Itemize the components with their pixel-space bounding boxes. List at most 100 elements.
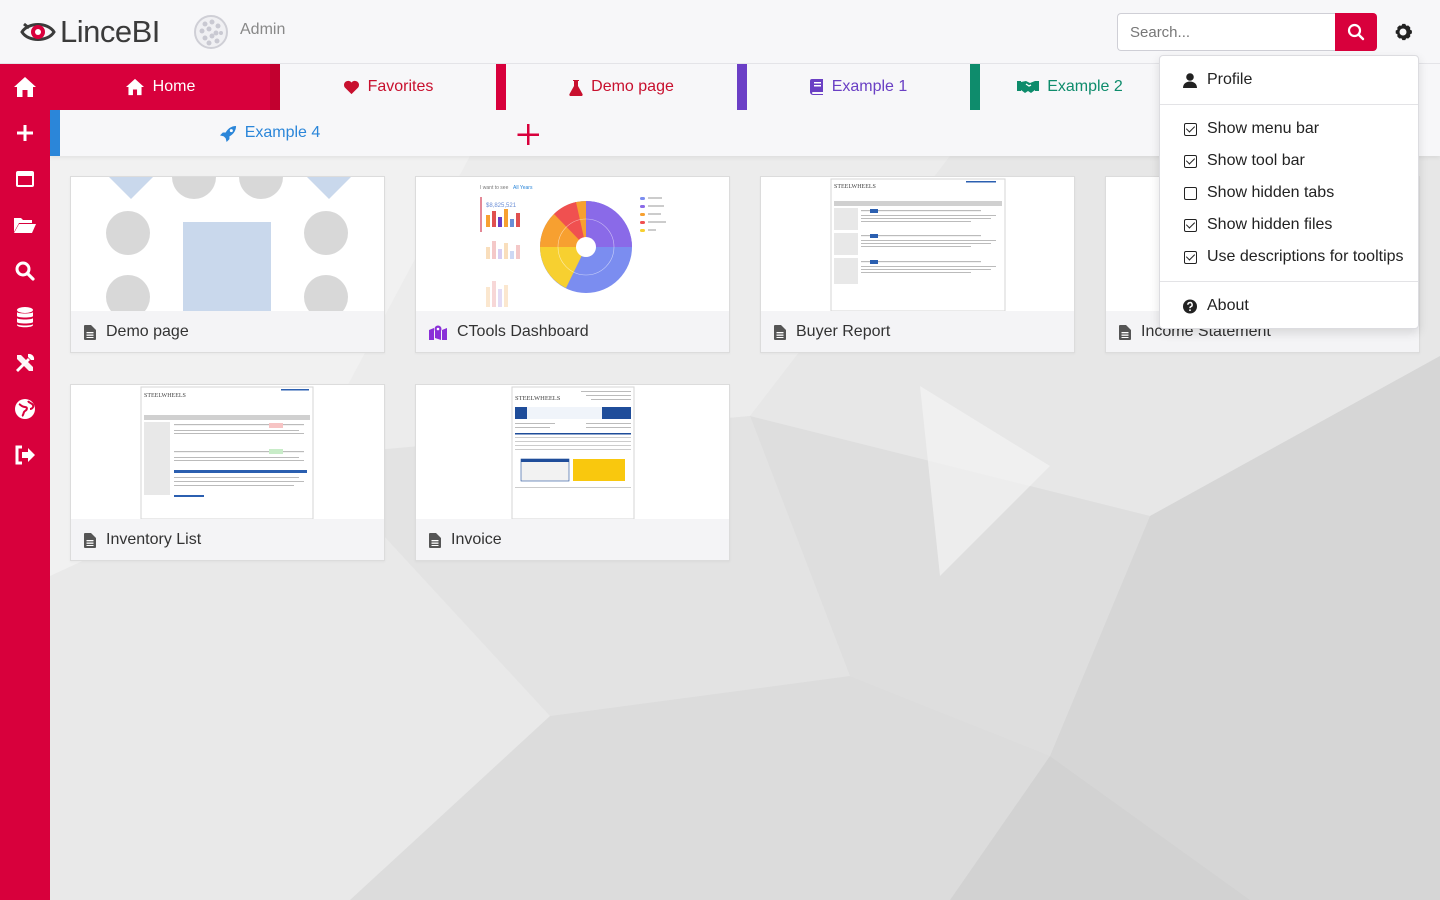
svg-text:I want to see: I want to see xyxy=(480,185,509,191)
database-icon xyxy=(17,307,33,328)
tab-label: Favorites xyxy=(367,78,434,95)
tab-example-2[interactable]: Example 2 xyxy=(970,64,1160,110)
card-label: CTools Dashboard xyxy=(416,311,729,352)
card-label: Demo page xyxy=(71,311,384,352)
tab-label: Home xyxy=(152,78,196,95)
tab-example-4[interactable]: Example 4 xyxy=(50,110,480,156)
tab-label: Example 1 xyxy=(831,78,908,95)
menu-divider xyxy=(1160,104,1418,105)
search-icon xyxy=(1347,23,1365,41)
menu-option-show-tool-bar[interactable]: Show tool bar xyxy=(1160,145,1418,177)
menu-item-label: About xyxy=(1207,297,1249,314)
avatar-pattern-icon xyxy=(199,19,223,46)
menu-divider xyxy=(1160,281,1418,282)
tab-label: Example 4 xyxy=(244,124,321,141)
svg-text:$8,825,521: $8,825,521 xyxy=(486,203,517,209)
sidebar xyxy=(0,64,50,900)
checkbox-checked-icon[interactable] xyxy=(1183,154,1197,168)
home-icon xyxy=(125,78,144,96)
gear-icon[interactable] xyxy=(1391,20,1415,44)
report-preview: STEELWHEELS xyxy=(830,178,1006,311)
card-buyer-report[interactable]: STEELWHEELS Buyer Report xyxy=(760,176,1075,353)
add-tab-button[interactable] xyxy=(516,122,540,146)
card-label: Inventory List xyxy=(71,519,384,560)
menu-option-show-menu-bar[interactable]: Show menu bar xyxy=(1160,113,1418,145)
tab-demo-page[interactable]: Demo page xyxy=(496,64,737,110)
menu-item-label: Profile xyxy=(1207,71,1253,88)
card-thumbnail: STEELWHEELS xyxy=(71,385,384,519)
search-input[interactable] xyxy=(1117,13,1336,51)
file-icon xyxy=(84,324,96,340)
card-title: Demo page xyxy=(106,323,189,340)
card-inventory-list[interactable]: STEELWHEELS Inventory List xyxy=(70,384,385,561)
sidebar-item-browse[interactable] xyxy=(0,202,50,248)
search-button[interactable] xyxy=(1335,13,1377,51)
sign-out-icon xyxy=(15,445,35,465)
home-icon xyxy=(14,77,36,97)
sidebar-item-logout[interactable] xyxy=(0,432,50,478)
menu-item-about[interactable]: About xyxy=(1160,290,1418,322)
card-thumbnail xyxy=(71,177,384,311)
menu-item-label: Show hidden files xyxy=(1207,216,1333,233)
card-title: Buyer Report xyxy=(796,323,891,340)
checkbox-checked-icon[interactable] xyxy=(1183,218,1197,232)
checkbox-checked-icon[interactable] xyxy=(1183,122,1197,136)
sidebar-item-home[interactable] xyxy=(0,64,50,110)
card-demo-page[interactable]: Demo page xyxy=(70,176,385,353)
menu-option-show-hidden-tabs[interactable]: Show hidden tabs xyxy=(1160,177,1418,209)
report-preview: STEELWHEELS xyxy=(140,386,314,519)
card-thumbnail: STEELWHEELS xyxy=(761,177,1074,311)
folder-open-icon xyxy=(14,218,36,233)
sidebar-item-marketplace[interactable] xyxy=(0,386,50,432)
tab-favorites[interactable]: Favorites xyxy=(280,64,496,110)
user-name[interactable]: Admin xyxy=(240,21,285,39)
tab-home[interactable]: Home xyxy=(50,64,280,110)
card-label: Invoice xyxy=(416,519,729,560)
tools-icon xyxy=(16,353,35,372)
globe-icon xyxy=(15,399,35,419)
lince-eye-icon xyxy=(20,22,56,41)
avatar[interactable] xyxy=(194,15,228,49)
card-thumbnail: STEELWHEELS xyxy=(416,385,729,519)
menu-option-use-descriptions-for-tooltips[interactable]: Use descriptions for tooltips xyxy=(1160,241,1418,273)
app-logo[interactable]: LinceBI xyxy=(20,14,160,50)
flask-icon xyxy=(569,79,583,96)
rocket-icon xyxy=(219,125,236,142)
app-name: LinceBI xyxy=(60,14,160,49)
question-circle-icon xyxy=(1183,299,1197,313)
sidebar-item-windows[interactable] xyxy=(0,156,50,202)
heart-icon xyxy=(343,80,359,94)
menu-option-show-hidden-files[interactable]: Show hidden files xyxy=(1160,209,1418,241)
dashboard-preview: I want to see All Years $8,825,521 xyxy=(480,185,666,307)
file-icon xyxy=(429,532,441,548)
card-ctools-dashboard[interactable]: I want to see All Years $8,825,521 CTool… xyxy=(415,176,730,353)
checkbox-checked-icon[interactable] xyxy=(1183,250,1197,264)
handshake-icon xyxy=(1017,81,1040,93)
invoice-preview: STEELWHEELS xyxy=(511,386,635,519)
menu-item-label: Show menu bar xyxy=(1207,120,1320,137)
card-invoice[interactable]: STEELWHEELS Invoice xyxy=(415,384,730,561)
tab-label: Demo page xyxy=(591,78,674,95)
window-icon xyxy=(16,171,34,187)
svg-text:All Years: All Years xyxy=(513,185,533,191)
search-icon xyxy=(15,261,35,281)
file-icon xyxy=(774,324,786,340)
file-icon xyxy=(84,532,96,548)
card-label: Buyer Report xyxy=(761,311,1074,352)
sidebar-item-tools[interactable] xyxy=(0,340,50,386)
checkbox-unchecked-icon[interactable] xyxy=(1183,186,1197,200)
card-title: CTools Dashboard xyxy=(457,323,589,340)
sidebar-item-new[interactable] xyxy=(0,110,50,156)
book-icon xyxy=(809,79,823,95)
menu-item-profile[interactable]: Profile xyxy=(1160,64,1418,96)
tab-example-1[interactable]: Example 1 xyxy=(737,64,970,110)
menu-item-label: Show tool bar xyxy=(1207,152,1305,169)
svg-text:STEELWHEELS: STEELWHEELS xyxy=(515,395,561,402)
sidebar-item-datasources[interactable] xyxy=(0,294,50,340)
file-icon xyxy=(1119,324,1131,340)
svg-text:STEELWHEELS: STEELWHEELS xyxy=(144,393,186,399)
demo-page-preview xyxy=(106,177,351,311)
sidebar-item-search[interactable] xyxy=(0,248,50,294)
plus-icon xyxy=(17,125,33,141)
map-marked-icon xyxy=(429,325,447,340)
